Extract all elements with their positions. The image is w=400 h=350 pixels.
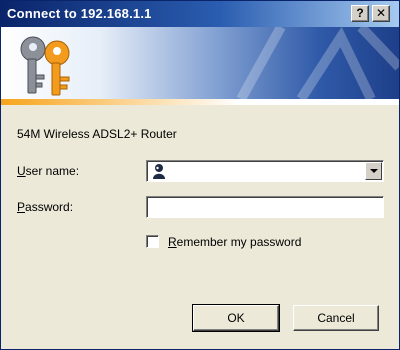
username-label: User name: [17, 164, 80, 178]
user-icon [153, 164, 165, 179]
username-dropdown-button[interactable] [365, 162, 382, 180]
chevron-down-icon [370, 169, 378, 173]
remember-password-label: Remember my password [168, 235, 302, 249]
close-button[interactable]: ✕ [372, 5, 390, 22]
password-label: Password: [17, 200, 74, 214]
dialog-banner [1, 27, 399, 105]
password-input[interactable] [146, 196, 384, 218]
remember-password-checkbox[interactable] [146, 235, 159, 248]
window-title: Connect to 192.168.1.1 [7, 6, 152, 21]
cancel-button[interactable]: Cancel [293, 305, 379, 331]
username-combobox[interactable] [146, 160, 384, 182]
help-button[interactable]: ? [351, 5, 369, 22]
login-dialog: Connect to 192.168.1.1 ? ✕ 54M Wireless … [0, 0, 400, 350]
dialog-content: 54M Wireless ADSL2+ Router User name: Pa… [1, 105, 399, 349]
banner-decoration [236, 27, 399, 99]
ok-button[interactable]: OK [192, 304, 280, 332]
keys-icon [20, 36, 70, 96]
title-bar[interactable]: Connect to 192.168.1.1 ? ✕ [1, 1, 399, 27]
device-name: 54M Wireless ADSL2+ Router [17, 127, 177, 141]
